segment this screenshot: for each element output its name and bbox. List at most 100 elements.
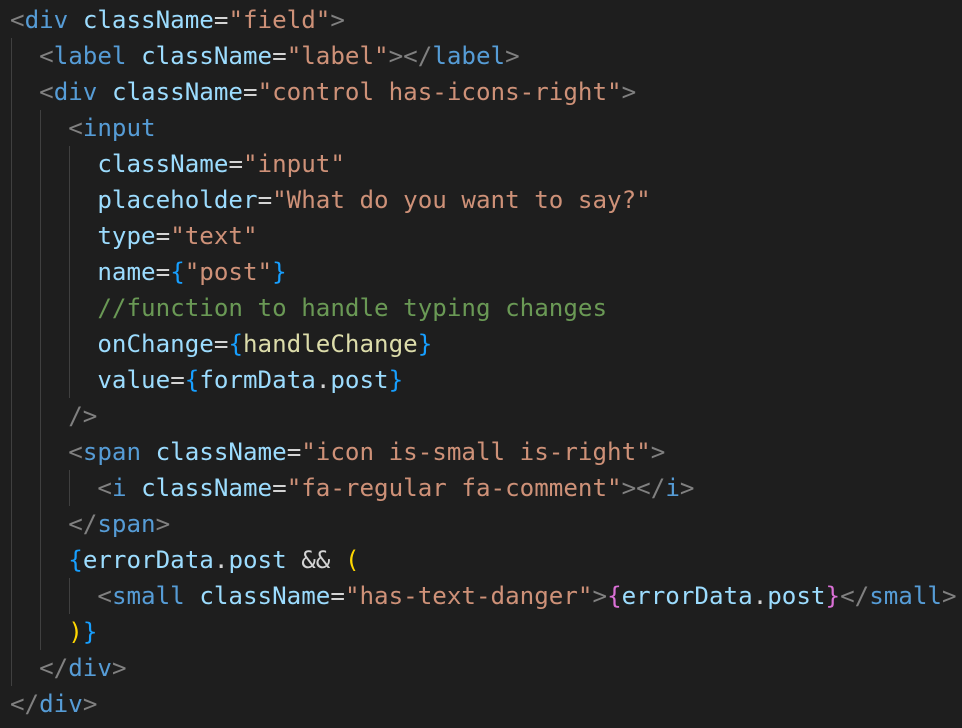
code-token-punct: <	[10, 6, 25, 34]
indent-guide	[69, 218, 71, 254]
code-token-brace: }	[388, 366, 404, 394]
code-token-attr: className	[199, 582, 331, 610]
code-token-brace: {	[228, 330, 243, 358]
code-token-tag: span	[82, 438, 142, 466]
code-token-attr: className	[141, 474, 273, 502]
indent-guide	[11, 470, 12, 506]
indent-guide	[11, 290, 12, 326]
indent-guide	[11, 146, 12, 182]
code-line[interactable]: />	[0, 398, 962, 434]
code-token-punct: >	[111, 654, 127, 682]
code-token-op: =	[213, 330, 229, 358]
indent-guide	[69, 362, 71, 398]
code-token-tag: i	[665, 474, 680, 502]
indent-guide	[40, 218, 42, 254]
code-token-punct: <	[68, 114, 83, 142]
code-line[interactable]: type="text"	[0, 218, 962, 254]
indent-guide	[11, 326, 12, 362]
code-line[interactable]: </span>	[0, 506, 962, 542]
indent-guide	[40, 362, 42, 398]
code-line[interactable]: value={formData.post}	[0, 362, 962, 398]
indent-guide	[11, 578, 12, 614]
indent-guide	[69, 326, 71, 362]
code-token-op: =	[272, 42, 287, 70]
code-token-punct: </	[840, 582, 870, 610]
code-token-comment: //function to handle typing changes	[97, 294, 608, 322]
code-line[interactable]: )}	[0, 614, 962, 650]
code-token-tag: label	[432, 42, 506, 70]
code-token-punct: <	[97, 474, 112, 502]
code-token-tag: i	[111, 474, 127, 502]
indent-guide	[11, 398, 12, 434]
code-token-str: "text"	[170, 222, 258, 250]
code-token-tag: div	[68, 654, 112, 682]
indent-guide	[40, 146, 42, 182]
code-line[interactable]: <small className="has-text-danger">{erro…	[0, 578, 962, 614]
code-token-tag: input	[82, 114, 156, 142]
code-token-punct: <	[39, 78, 54, 106]
indent-guide	[11, 38, 12, 74]
code-token-punct: >	[155, 510, 171, 538]
code-token-var: post	[228, 546, 287, 574]
indent-guide	[69, 146, 71, 182]
code-block[interactable]: <div className="field"> <label className…	[0, 2, 962, 722]
code-line[interactable]: <i className="fa-regular fa-comment"></i…	[0, 470, 962, 506]
code-token-tag: label	[53, 42, 127, 70]
code-token-brace: {	[68, 546, 83, 574]
code-token-var: formData	[199, 366, 316, 394]
code-token-str: "What do you want to say?"	[272, 186, 651, 214]
code-token-punct: >	[505, 42, 520, 70]
code-line[interactable]: <input	[0, 110, 962, 146]
indent-guide	[40, 506, 42, 542]
code-token-punct: >	[592, 582, 608, 610]
code-editor[interactable]: <div className="field"> <label className…	[0, 0, 962, 728]
code-line[interactable]: name={"post"}	[0, 254, 962, 290]
code-token-attr: className	[111, 78, 243, 106]
code-token-attr: className	[141, 42, 273, 70]
code-line[interactable]: className="input"	[0, 146, 962, 182]
code-token-punct: >	[82, 690, 98, 718]
indent-guide	[40, 470, 42, 506]
code-line[interactable]: <div className="control has-icons-right"…	[0, 74, 962, 110]
indent-guide	[40, 182, 42, 218]
code-token-tag: div	[39, 690, 83, 718]
code-token-str: "has-text-danger"	[344, 582, 593, 610]
code-token-brace: {	[184, 366, 200, 394]
indent-guide	[40, 434, 42, 470]
code-token-op: =	[228, 150, 243, 178]
code-token-op: =	[243, 78, 258, 106]
code-token-brace: }	[417, 330, 433, 358]
code-token-plain: .	[315, 366, 331, 394]
indent-guide	[40, 578, 42, 614]
code-token-punct: >	[679, 474, 695, 502]
code-token-op: =	[286, 438, 302, 466]
code-token-paren: )	[68, 618, 83, 646]
code-line[interactable]: </div>	[0, 650, 962, 686]
code-token-paren: (	[344, 546, 360, 574]
code-line[interactable]: <span className="icon is-small is-right"…	[0, 434, 962, 470]
code-token-plain: .	[213, 546, 229, 574]
code-token-attr: type	[97, 222, 156, 250]
code-line[interactable]: <div className="field">	[0, 2, 962, 38]
code-token-attr: className	[82, 6, 214, 34]
indent-guide	[40, 542, 42, 578]
indent-guide	[40, 254, 42, 290]
code-line[interactable]: placeholder="What do you want to say?"	[0, 182, 962, 218]
code-token-punct: </	[10, 690, 40, 718]
code-token-var: post	[767, 582, 826, 610]
code-line[interactable]: <label className="label"></label>	[0, 38, 962, 74]
code-line[interactable]: //function to handle typing changes	[0, 290, 962, 326]
code-token-tag: div	[53, 78, 98, 106]
code-token-punct: />	[68, 402, 98, 430]
code-line[interactable]: {errorData.post && (	[0, 542, 962, 578]
indent-guide	[40, 614, 42, 650]
code-line[interactable]: onChange={handleChange}	[0, 326, 962, 362]
indent-guide	[11, 614, 12, 650]
code-line[interactable]: </div>	[0, 686, 962, 722]
code-token-attr: className	[155, 438, 287, 466]
